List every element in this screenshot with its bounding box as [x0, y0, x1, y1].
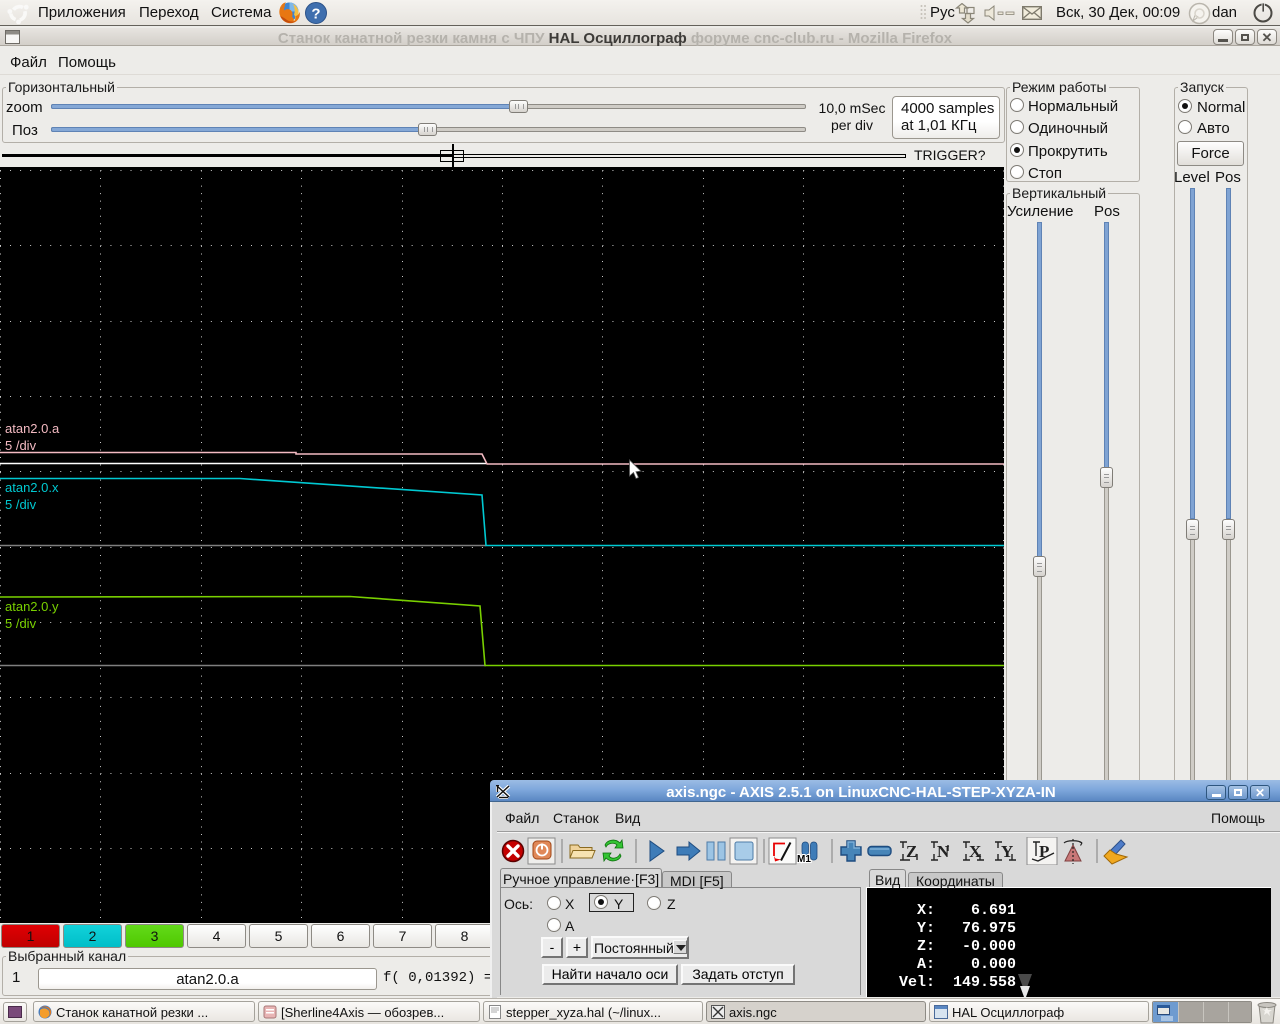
svg-text:?: ? — [311, 6, 320, 23]
svg-text:N: N — [937, 842, 950, 861]
svg-text:Z: Z — [906, 842, 917, 861]
svg-text:M1: M1 — [797, 854, 811, 865]
